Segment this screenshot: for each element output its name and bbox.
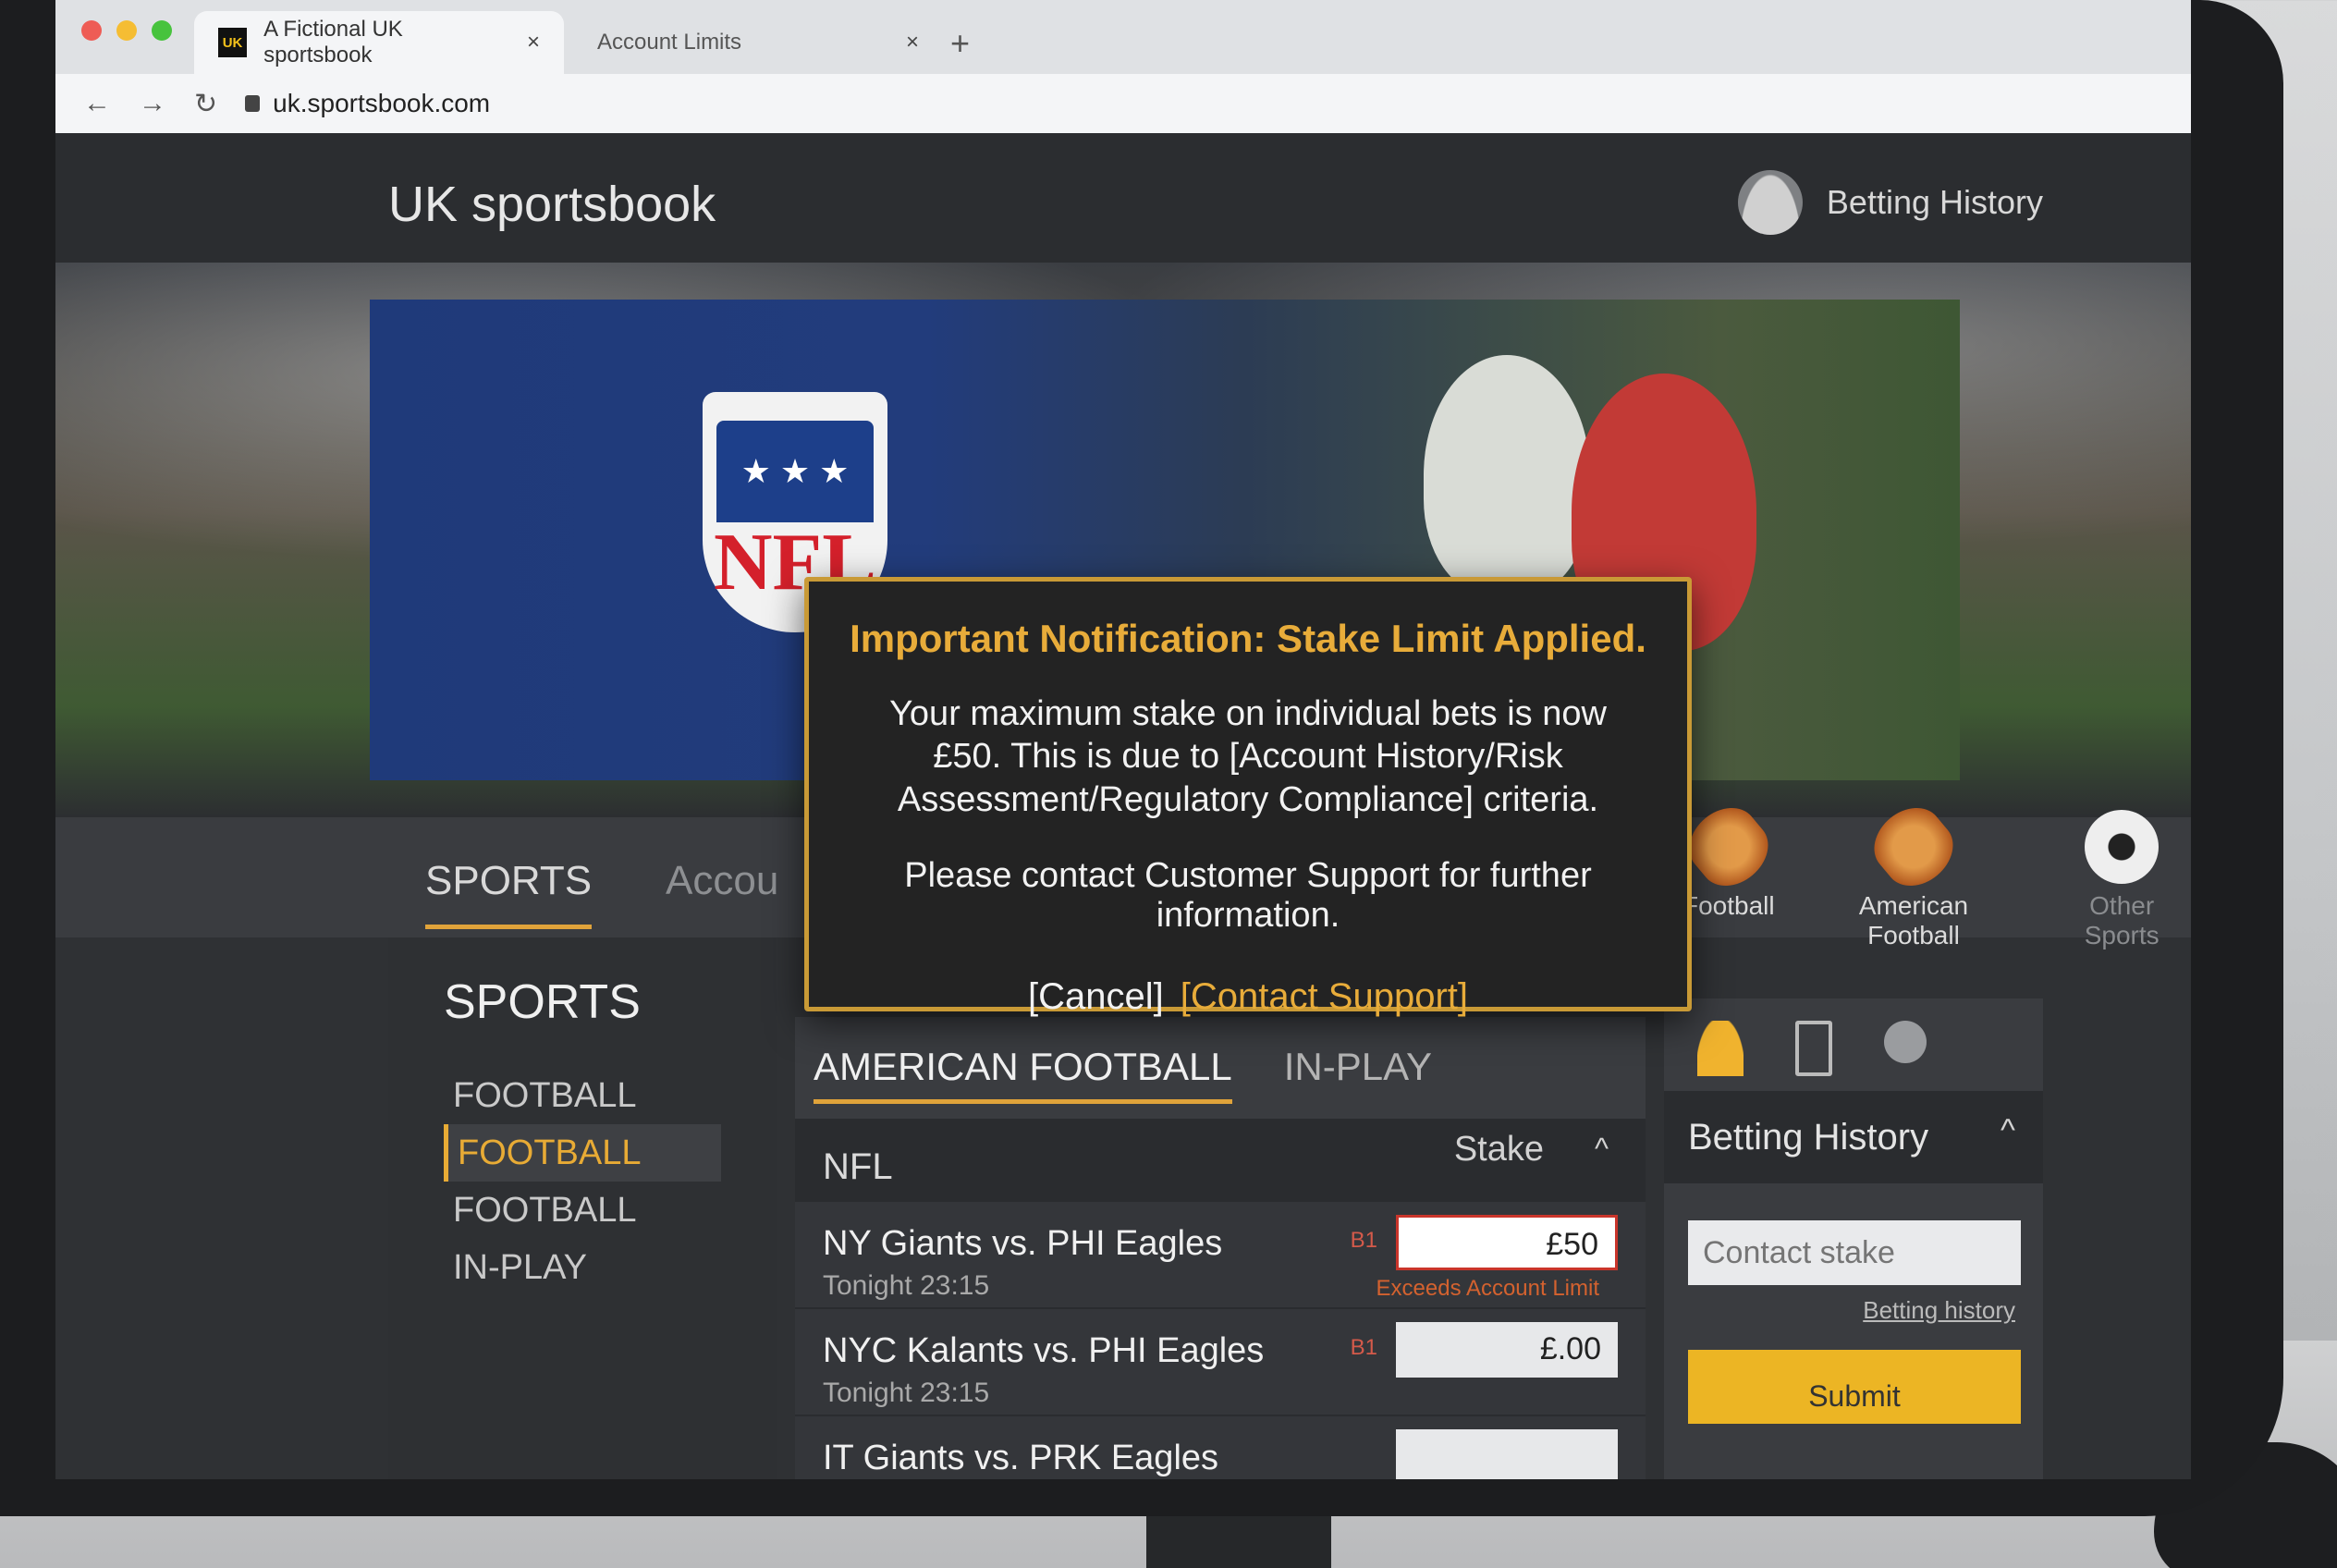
sidebar-list: FOOTBALL FOOTBALL FOOTBALL IN-PLAY: [444, 1067, 721, 1296]
minimize-window-button[interactable]: [116, 20, 137, 41]
browser-window: UK A Fictional UK sportsbook × Account L…: [55, 0, 2191, 1479]
table-row: IT Giants vs. PRK Eagles: [795, 1416, 1646, 1479]
address-bar: ← → ↻ uk.sportsbook.com: [55, 74, 2191, 133]
match-name[interactable]: IT Giants vs. PRK Eagles: [823, 1439, 1218, 1478]
monitor-bezel: UK A Fictional UK sportsbook × Account L…: [0, 0, 2283, 1516]
account-area: Betting History: [1737, 170, 2043, 235]
forward-icon[interactable]: →: [139, 88, 166, 119]
document-icon[interactable]: [1795, 1021, 1832, 1076]
back-icon[interactable]: ←: [83, 88, 111, 119]
modal-body: Your maximum stake on individual bets is…: [889, 694, 1607, 819]
tab-title: A Fictional UK sportsbook: [263, 17, 403, 67]
close-tab-icon[interactable]: ×: [906, 30, 919, 55]
sport-label: American Football: [1858, 891, 1969, 950]
betting-history-link[interactable]: Betting History: [1827, 183, 2043, 222]
browser-tab-sportsbook[interactable]: UK A Fictional UK sportsbook ×: [194, 11, 564, 74]
reload-icon[interactable]: ↻: [194, 88, 217, 120]
sidebar-item-football-selected[interactable]: FOOTBALL: [444, 1124, 721, 1182]
close-tab-icon[interactable]: ×: [527, 30, 540, 55]
sport-other[interactable]: Other Sports: [2052, 810, 2191, 950]
tab-in-play[interactable]: IN-PLAY: [1284, 1045, 1432, 1119]
window-controls: [81, 20, 172, 41]
contact-support-button[interactable]: [Contact Support]: [1181, 976, 1468, 1018]
panel-title: Betting History: [1688, 1117, 1929, 1158]
stake-input[interactable]: £.00: [1396, 1322, 1618, 1378]
american-football-icon: [1676, 794, 1781, 900]
stake-error-message: Exceeds Account Limit: [1376, 1276, 1599, 1301]
submit-button[interactable]: Submit: [1688, 1350, 2021, 1424]
panel-tabs: [1664, 998, 2043, 1091]
avatar[interactable]: [1737, 170, 1803, 235]
stake-input[interactable]: £50: [1396, 1215, 1618, 1270]
sports-sidebar: SPORTS FOOTBALL FOOTBALL FOOTBALL IN-PLA…: [388, 937, 777, 1479]
browser-tab-account-limits[interactable]: Account Limits ×: [573, 11, 943, 74]
maximize-window-button[interactable]: [152, 20, 172, 41]
tab-sports[interactable]: SPORTS: [425, 858, 593, 929]
collapse-caret-icon[interactable]: ^: [2001, 1113, 2015, 1149]
url-text: uk.sportsbook.com: [273, 89, 491, 117]
table-row: NYC Kalants vs. PHI Eagles Tonight 23:15…: [795, 1309, 1646, 1416]
league-header: NFL Stake ^: [795, 1119, 1646, 1202]
cancel-button[interactable]: [Cancel]: [1028, 976, 1164, 1018]
sport-label: Other Sports: [2084, 891, 2160, 950]
bet-tag: B1: [1350, 1228, 1377, 1253]
sidebar-item-in-play[interactable]: IN-PLAY: [444, 1239, 721, 1296]
person-icon[interactable]: [1697, 1021, 1744, 1076]
lock-icon: [245, 95, 261, 112]
contact-stake-input[interactable]: [1688, 1220, 2021, 1285]
site-header: UK sportsbook Betting History: [55, 133, 2191, 263]
player-white: [1424, 355, 1590, 595]
bet-tag: B1: [1350, 1335, 1377, 1360]
site-logo[interactable]: UK sportsbook: [388, 176, 716, 233]
sidebar-item-football[interactable]: FOOTBALL: [444, 1182, 721, 1239]
match-name[interactable]: NY Giants vs. PHI Eagles: [823, 1224, 1222, 1264]
modal-title: Important Notification: Stake Limit Appl…: [850, 617, 1646, 660]
shield-stars: ★ ★ ★: [716, 421, 874, 522]
betting-history-link[interactable]: Betting history: [1863, 1296, 2015, 1325]
match-time: Tonight 23:15: [823, 1378, 990, 1408]
modal-actions: [Cancel] [Contact Support]: [809, 976, 1687, 1018]
chat-icon[interactable]: [1884, 1021, 1927, 1063]
new-tab-button[interactable]: +: [950, 24, 970, 63]
bet-slip-panel: Betting History ^ Betting history Submit: [1664, 998, 2043, 1479]
url-field[interactable]: uk.sportsbook.com: [245, 89, 490, 118]
sport-football[interactable]: Football: [1676, 794, 1781, 950]
sport-label: Football: [1682, 891, 1775, 920]
panel-header: Betting History ^: [1664, 1091, 2043, 1183]
sport-american-football[interactable]: American Football: [1816, 794, 2013, 950]
close-window-button[interactable]: [81, 20, 102, 41]
tab-account[interactable]: Accou: [666, 858, 778, 904]
stake-input[interactable]: [1396, 1429, 1618, 1479]
sidebar-heading: SPORTS: [444, 975, 641, 1029]
tab-american-football[interactable]: AMERICAN FOOTBALL: [814, 1045, 1232, 1104]
events-panel: AMERICAN FOOTBALL IN-PLAY NFL Stake ^ NY…: [795, 1017, 1646, 1479]
match-time: Tonight 23:15: [823, 1270, 990, 1301]
sidebar-item-football[interactable]: FOOTBALL: [444, 1067, 721, 1124]
match-name[interactable]: NYC Kalants vs. PHI Eagles: [823, 1331, 1264, 1371]
league-name: NFL: [823, 1146, 893, 1187]
browser-tab-bar: UK A Fictional UK sportsbook × Account L…: [55, 0, 2191, 74]
table-row: NY Giants vs. PHI Eagles Tonight 23:15 B…: [795, 1202, 1646, 1309]
modal-body-contact: Please contact Customer Support for furt…: [904, 856, 1592, 936]
stake-limit-modal: Important Notification: Stake Limit Appl…: [804, 577, 1692, 1017]
stake-column-header: Stake: [1453, 1130, 1544, 1169]
american-football-icon: [1861, 794, 1966, 900]
tab-title: Account Limits: [597, 30, 742, 55]
collapse-caret-icon[interactable]: ^: [1595, 1132, 1609, 1166]
events-tabs: AMERICAN FOOTBALL IN-PLAY: [795, 1017, 1646, 1119]
uk-favicon-icon: UK: [218, 28, 248, 57]
soccer-ball-icon: [2085, 810, 2160, 884]
sport-icons: Football American Football Other Sports: [1676, 794, 2191, 950]
